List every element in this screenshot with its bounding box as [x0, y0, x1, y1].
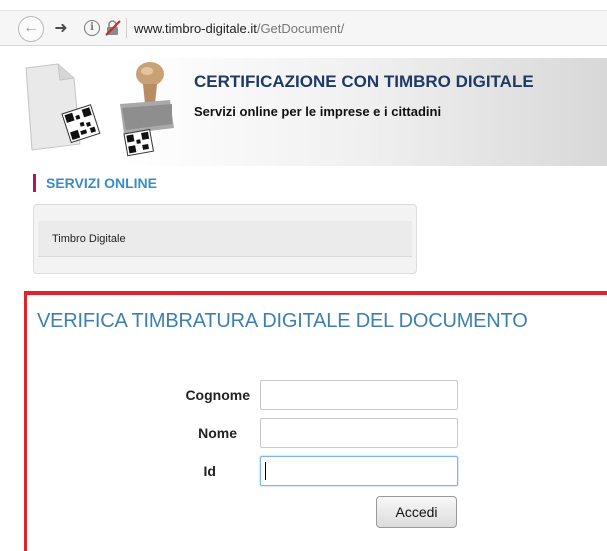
cognome-input[interactable]: [260, 380, 458, 410]
page-subtitle: Servizi online per le imprese e i cittad…: [194, 104, 442, 119]
page-title: CERTIFICAZIONE CON TIMBRO DIGITALE: [194, 72, 534, 91]
back-arrow-icon[interactable]: ←: [18, 16, 44, 42]
url-path: /GetDocument/: [256, 21, 345, 36]
forward-arrow-icon[interactable]: ➜: [50, 18, 72, 40]
id-input[interactable]: [260, 456, 458, 486]
url-separator: [126, 18, 127, 38]
services-heading: SERVIZI ONLINE: [33, 174, 157, 192]
tab-strip: [0, 0, 607, 9]
info-icon[interactable]: i: [84, 20, 100, 36]
text-caret: [265, 462, 266, 480]
accedi-button[interactable]: Accedi: [376, 496, 457, 528]
url-host: www.timbro-digitale.it: [134, 21, 257, 36]
insecure-connection-icon[interactable]: [104, 19, 122, 37]
nome-input[interactable]: [260, 418, 458, 448]
verify-title: VERIFICA TIMBRATURA DIGITALE DEL DOCUMEN…: [37, 310, 528, 332]
service-item-label[interactable]: Timbro Digitale: [52, 233, 126, 245]
document-stamp-qr-logo: [25, 62, 174, 157]
url-text[interactable]: www.timbro-digitale.it/GetDocument/: [134, 21, 344, 36]
id-label: Id: [203, 463, 216, 479]
nome-label: Nome: [198, 425, 237, 441]
cognome-label: Cognome: [185, 387, 250, 403]
